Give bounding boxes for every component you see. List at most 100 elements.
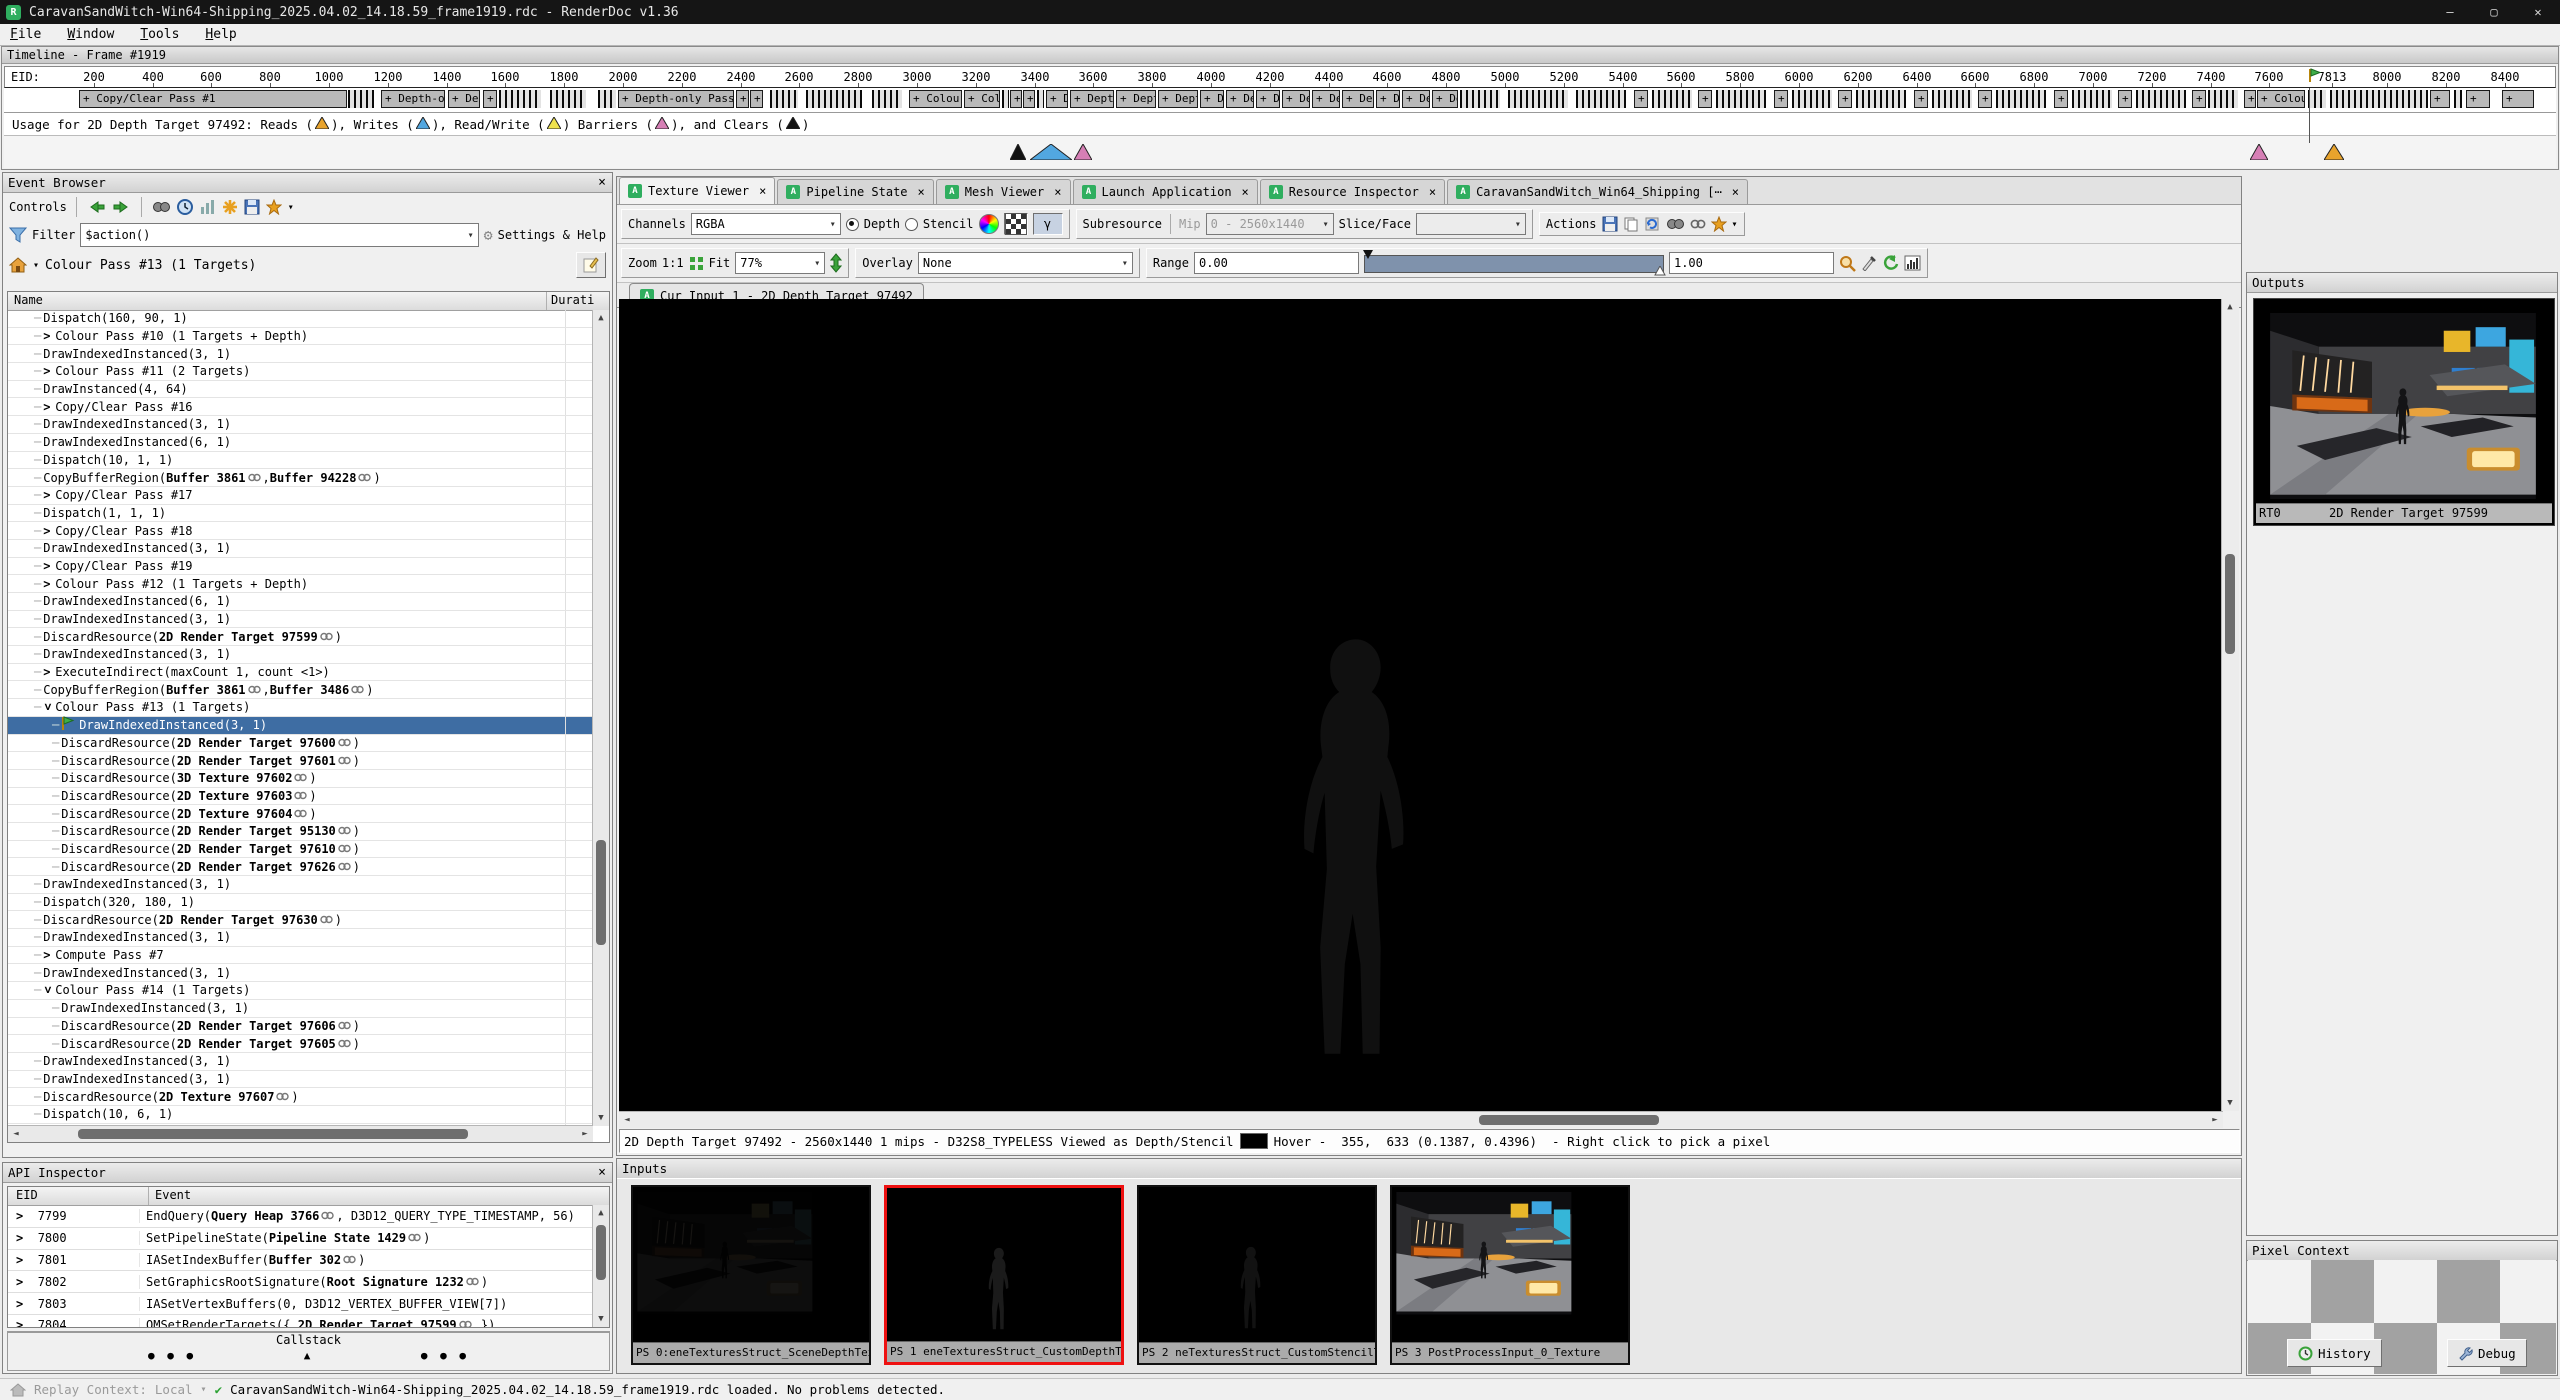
timeline-action-ticks[interactable] [872,90,902,108]
event-browser-vscrollbar[interactable]: ▲ ▼ [592,310,609,1126]
event-row[interactable]: ─>Colour Pass #14 (1 Targets) [8,982,593,1000]
event-row[interactable]: ─DrawIndexedInstanced(3, 1) [8,611,593,629]
filter-input[interactable]: $action() ▾ [80,223,478,247]
event-row[interactable]: ─DrawIndexedInstanced(3, 1) [8,929,593,947]
mip-select[interactable]: 0 - 2560x1440 ▾ [1206,213,1334,235]
actions-more-caret[interactable]: ▾ [1732,219,1738,230]
tab-mesh-viewer[interactable]: AMesh Viewer× [936,179,1071,204]
event-row[interactable]: ─DrawIndexedInstanced(3, 1) [8,876,593,894]
timeline-action-ticks[interactable] [1037,90,1044,108]
event-row[interactable]: ─CopyBufferRegion(Buffer 3861, Buffer 94… [8,469,593,487]
timeline-pass-bar[interactable]: + Depth-o⋯ [1158,90,1198,108]
timeline-pass-bar[interactable]: + [1838,90,1852,108]
timeline-pass-bar[interactable]: + Depth-o⋯ [1116,90,1156,108]
zoom-1to1-button[interactable]: 1:1 [662,256,684,270]
resource-link[interactable]: Buffer 3861 [166,471,245,485]
timeline-action-ticks[interactable] [1576,90,1626,108]
event-row[interactable]: ─DiscardResource(2D Texture 97607) [8,1088,593,1106]
resource-link[interactable]: 2D Texture 97604 [177,807,293,821]
menu-help[interactable]: Help [205,27,236,42]
api-event-row[interactable]: > 7803IASetVertexBuffers(0, D3D12_VERTEX… [8,1293,609,1315]
open-resource-icon[interactable] [1644,216,1660,232]
event-row[interactable]: ─DrawIndexedInstanced(3, 1) [8,345,593,363]
expand-icon[interactable]: > [43,400,53,414]
timeline-action-ticks[interactable] [348,90,374,108]
event-row[interactable]: ─>Copy/Clear Pass #18 [8,522,593,540]
event-row[interactable]: ─DrawIndexedInstanced(3, 1) [8,646,593,664]
resource-link[interactable]: 2D Render Target 97606 [177,1019,336,1033]
event-row[interactable]: ─DiscardResource(2D Texture 97604) [8,805,593,823]
resource-link[interactable]: 2D Render Target 97600 [177,736,336,750]
export-save-icon[interactable] [244,199,260,215]
timeline-pass-bar[interactable]: + Colour Pa⋯ [909,90,962,108]
resource-link[interactable]: 2D Render Target 97601 [177,754,336,768]
save-texture-icon[interactable] [1602,216,1618,232]
timeline-action-ticks[interactable] [770,90,798,108]
resource-link[interactable]: 3D Texture 97602 [177,771,293,785]
range-max-input[interactable]: 1.00 [1669,252,1834,274]
tab-close-icon[interactable]: × [918,185,925,199]
column-header-name[interactable]: Name [8,292,547,310]
tab-close-icon[interactable]: × [1732,185,1739,199]
event-row[interactable]: ─DrawInstanced(4, 64) [8,381,593,399]
column-header-event[interactable]: Event [149,1187,609,1205]
resource-link[interactable]: 2D Render Target 97599 [159,630,318,644]
fit-icon[interactable] [689,256,704,271]
timeline-pass-bar[interactable]: + Dep⋯ [1342,90,1374,108]
api-event-row[interactable]: > 7802SetGraphicsRootSignature(Root Sign… [8,1271,609,1293]
event-row[interactable]: ─Dispatch(10, 1, 1) [8,452,593,470]
expand-icon[interactable]: > [43,948,53,962]
scroll-up-icon[interactable]: ▲ [593,310,609,326]
event-row[interactable]: ─DrawIndexedInstanced(3, 1) [8,1053,593,1071]
resource-link[interactable]: 2D Texture 97607 [159,1090,275,1104]
bookmark-asterisk-icon[interactable] [222,199,238,215]
statistics-icon[interactable] [200,199,216,215]
event-row[interactable]: ─DiscardResource(2D Render Target 97599) [8,628,593,646]
timeline-pass-bar[interactable]: + Colou⋯ [2257,90,2305,108]
expand-icon[interactable]: > [41,704,55,714]
scroll-up-icon[interactable]: ▲ [593,1205,609,1221]
api-inspector-vscrollbar[interactable]: ▲ ▼ [592,1205,609,1327]
scroll-down-icon[interactable]: ▼ [593,1110,609,1126]
event-row[interactable]: ─DrawIndexedInstanced(3, 1) [8,416,593,434]
event-row[interactable]: ─>Colour Pass #10 (1 Targets + Depth) [8,328,593,346]
scroll-left-icon[interactable]: ◄ [8,1126,24,1142]
timeline-pass-bar[interactable]: + D⋯ [1046,90,1068,108]
timeline-action-ticks[interactable] [1652,90,1692,108]
timeline-action-ticks[interactable] [2208,90,2238,108]
resource-link[interactable]: 2D Render Target 95130 [177,824,336,838]
tab-close-icon[interactable]: × [759,184,766,198]
event-row[interactable]: ─DrawIndexedInstanced(3, 1) [8,964,593,982]
api-inspector-close-icon[interactable]: × [598,1164,606,1182]
api-event-row[interactable]: > 7801IASetIndexBuffer(Buffer 302) [8,1250,609,1272]
event-row[interactable]: ─DiscardResource(2D Render Target 97605) [8,1035,593,1053]
event-row[interactable]: ─DiscardResource(2D Render Target 97600) [8,735,593,753]
api-event-row[interactable]: > 7800SetPipelineState(Pipeline State 14… [8,1228,609,1250]
timeline-ruler[interactable]: EID: 20040060080010001200140016001800200… [4,66,2556,88]
event-row[interactable]: ─DrawIndexedInstanced(6, 1) [8,434,593,452]
controls-more-caret[interactable]: ▾ [288,202,294,213]
event-row[interactable]: ─>Copy/Clear Pass #16 [8,398,593,416]
find-texture-icon[interactable] [1665,216,1685,232]
event-row[interactable]: ─>Copy/Clear Pass #17 [8,487,593,505]
timeline-pass-bar[interactable]: + D⋯ [1256,90,1280,108]
tab-launch-application[interactable]: ALaunch Application× [1073,179,1258,204]
expand-icon[interactable]: > [43,488,53,502]
vscroll-thumb[interactable] [2225,554,2235,654]
current-eid-flag-icon[interactable] [2308,68,2322,87]
input-thumbnail-ps0[interactable]: PS 0:eneTexturesStruct_SceneDepthTextur [631,1185,871,1365]
timeline-pass-bar[interactable]: + [2502,90,2534,108]
timeline-pass-bar[interactable]: + [736,90,749,108]
event-row[interactable]: ─DiscardResource(2D Render Target 97606) [8,1018,593,1036]
input-thumbnail-ps2[interactable]: PS 2 neTexturesStruct_CustomStencilText [1137,1185,1377,1365]
timeline-pass-bar[interactable]: + [2054,90,2068,108]
api-event-row[interactable]: > 7799EndQuery(Query Heap 3766, D3D12_QU… [8,1206,609,1228]
resource-link[interactable]: 2D Render Target 97605 [177,1037,336,1051]
timeline-action-ticks[interactable] [1002,90,1009,108]
texture-view-vscrollbar[interactable]: ▲ ▼ [2221,299,2239,1111]
api-event-row[interactable]: > 7804OMSetRenderTargets({ 2D Render Tar… [8,1315,609,1328]
event-row[interactable]: ─DiscardResource(2D Render Target 97610) [8,841,593,859]
timeline-action-ticks[interactable] [1856,90,1906,108]
vscroll-thumb[interactable] [596,840,606,945]
timeline-pass-bar[interactable]: + [2430,90,2450,108]
